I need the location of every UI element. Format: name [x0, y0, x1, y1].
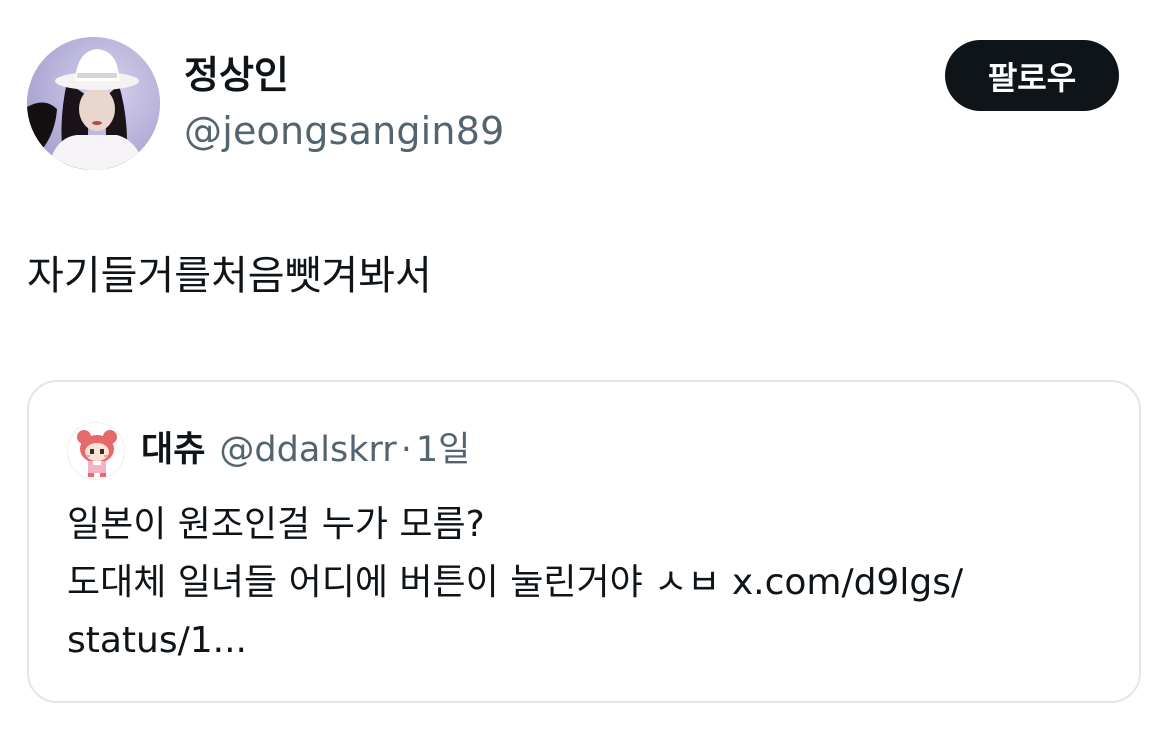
pixel-character-icon [68, 423, 124, 479]
profile-photo-icon [27, 37, 160, 170]
tweet: 정상인 @jeongsangin89 팔로우 자기들거를처음뺏겨봐서 대츄 @d… [0, 0, 1170, 740]
quote-text-line: 도대체 일녀들 어디에 버튼이 눌린거야 ㅅㅂ x.com/d9lgs/ [67, 562, 964, 603]
author-avatar[interactable] [27, 37, 160, 170]
quote-author-avatar[interactable] [67, 422, 125, 480]
quote-timestamp[interactable]: 1일 [416, 426, 470, 474]
quote-author-display-name[interactable]: 대츄 [141, 426, 205, 474]
follow-button[interactable]: 팔로우 [945, 40, 1119, 111]
author-handle[interactable]: @jeongsangin89 [184, 106, 504, 156]
quote-separator: · [400, 430, 412, 470]
quote-author-handle[interactable]: @ddalskrr [219, 426, 396, 474]
quote-tweet-card[interactable]: 대츄 @ddalskrr · 1일 일본이 원조인걸 누가 모름? 도대체 일녀… [27, 380, 1141, 703]
quote-header: 대츄 @ddalskrr · 1일 [141, 426, 470, 474]
quote-text-line: 일본이 원조인걸 누가 모름? [67, 504, 485, 545]
tweet-text: 자기들거를처음뺏겨봐서 [27, 253, 432, 299]
author-display-name[interactable]: 정상인 [184, 50, 289, 100]
quote-text-line: status/1... [67, 620, 247, 661]
quote-text: 일본이 원조인걸 누가 모름? 도대체 일녀들 어디에 버튼이 눌린거야 ㅅㅂ … [67, 496, 1117, 670]
